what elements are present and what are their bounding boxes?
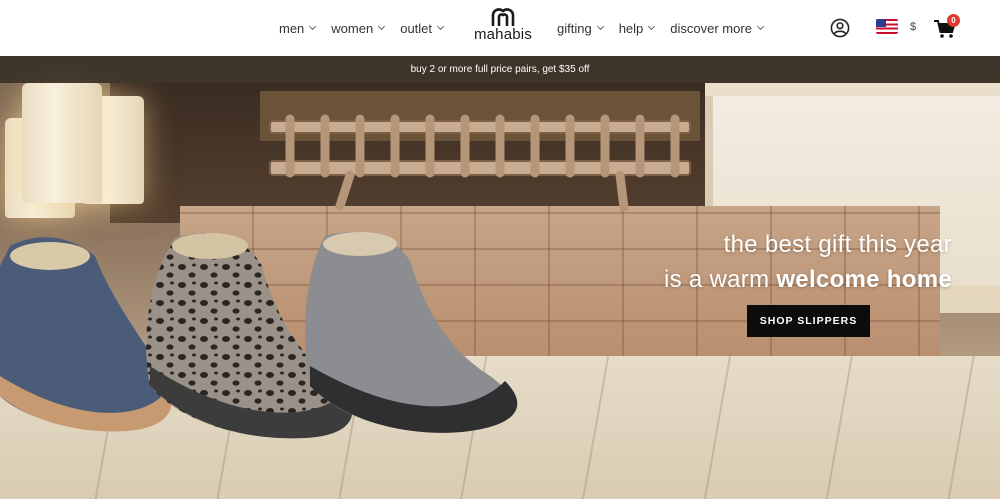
chevron-down-icon [309, 22, 317, 31]
hero-photo-candle [22, 83, 102, 203]
chevron-down-icon [378, 22, 386, 31]
hero-headline-line2: is a warm welcome home [664, 262, 952, 298]
nav-item-women[interactable]: women [331, 20, 386, 36]
hero-banner: buy 2 or more full price pairs, get $35 … [0, 56, 1000, 499]
hero-headline-line2-bold: welcome home [776, 266, 952, 293]
nav-item-label: men [279, 20, 305, 36]
us-flag-icon [876, 19, 898, 34]
nav-item-label: women [331, 20, 374, 36]
nav-item-label: gifting [557, 20, 592, 36]
hero-headline: the best gift this year is a warm welcom… [664, 228, 952, 298]
chevron-down-icon [596, 22, 604, 31]
user-circle-icon[interactable] [830, 18, 850, 38]
site-header: men women outlet mahabis gifting help di… [0, 0, 1000, 56]
primary-nav-left: men women outlet [279, 0, 445, 56]
nav-item-discover-more[interactable]: discover more [670, 20, 764, 36]
hero-headline-line2-prefix: is a warm [663, 266, 777, 293]
nav-item-label: discover more [670, 20, 752, 36]
nav-item-gifting[interactable]: gifting [557, 20, 604, 36]
cart-count-badge: 0 [947, 14, 960, 27]
mahabis-m-logo-icon [491, 8, 515, 26]
hero-photo-slippers [0, 232, 518, 439]
chevron-down-icon [756, 22, 764, 31]
shop-slippers-button[interactable]: SHOP SLIPPERS [747, 305, 870, 337]
nav-item-help[interactable]: help [618, 20, 656, 36]
chevron-down-icon [648, 22, 656, 31]
chevron-down-icon [436, 22, 445, 31]
nav-item-men[interactable]: men [279, 20, 317, 36]
hero-headline-line1: the best gift this year [723, 231, 952, 258]
currency-symbol: $ [910, 20, 917, 33]
site-logo[interactable]: mahabis [472, 7, 534, 49]
promo-banner[interactable]: buy 2 or more full price pairs, get $35 … [0, 56, 1000, 83]
primary-nav-right: gifting help discover more [557, 0, 764, 56]
locale-selector[interactable]: $ [876, 19, 916, 34]
nav-item-label: help [618, 20, 644, 36]
hero-photo-fire-grate [260, 91, 700, 211]
logo-wordmark: mahabis [473, 26, 533, 43]
nav-item-outlet[interactable]: outlet [400, 20, 445, 36]
nav-item-label: outlet [400, 20, 433, 36]
